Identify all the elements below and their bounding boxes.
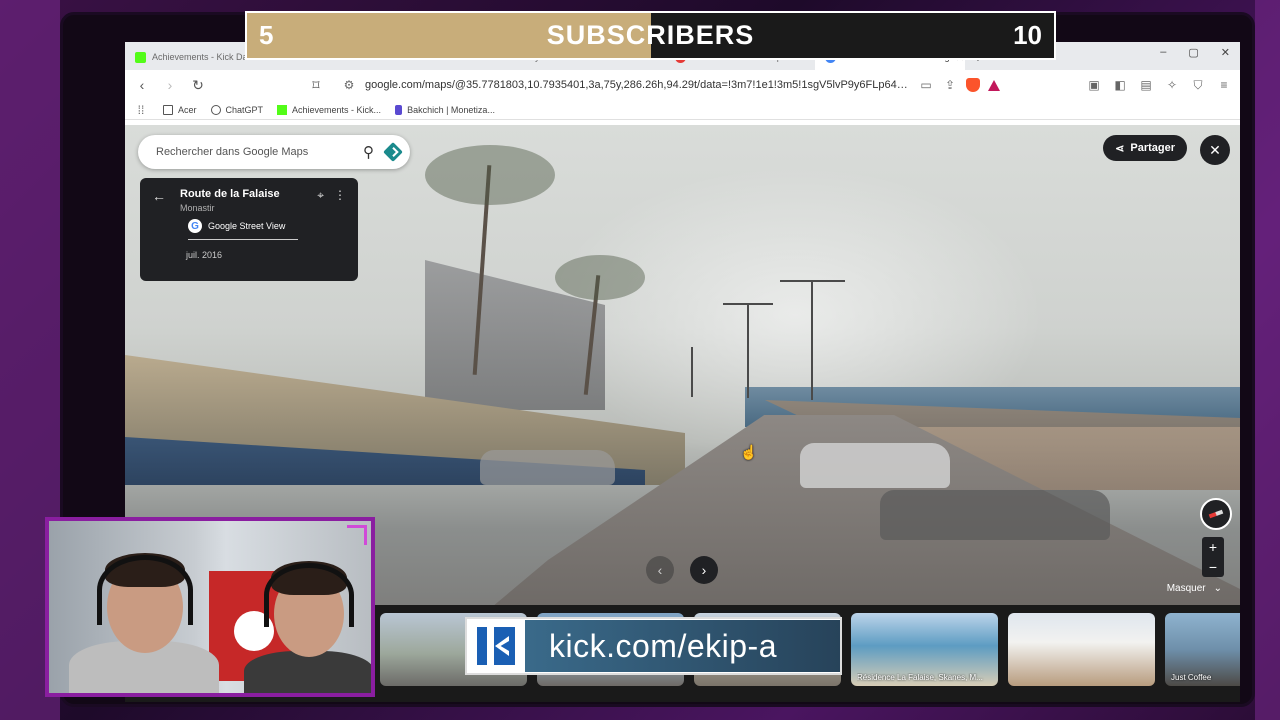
reload-icon[interactable]: ↻	[189, 77, 207, 94]
palm-leaves	[425, 145, 555, 205]
vpn-icon[interactable]: ⛉	[1190, 78, 1206, 93]
bookmark-acer[interactable]: Acer	[163, 104, 197, 115]
directions-icon[interactable]	[383, 142, 403, 162]
tab-label: Achievements - Kick Da	[152, 52, 248, 62]
bookmark-label: Acer	[178, 104, 197, 115]
bookmark-bakchich[interactable]: Bakchich | Monetiza...	[395, 104, 495, 115]
hide-label: Masquer	[1166, 583, 1206, 594]
place-subtitle: Monastir	[180, 203, 215, 213]
street-lamp-arm	[723, 303, 773, 305]
photo-thumbnail[interactable]: Just Coffee	[1165, 613, 1240, 686]
streamer-right	[244, 651, 371, 693]
bookmark-label: Achievements - Kick...	[292, 104, 382, 115]
search-input[interactable]: Rechercher dans Google Maps	[156, 146, 351, 158]
back-icon[interactable]: ‹	[133, 77, 151, 93]
window-controls: – ▢ ✕	[1160, 46, 1236, 59]
capture-date[interactable]: juil. 2016	[186, 250, 346, 260]
headset-icon	[264, 563, 354, 627]
hide-filmstrip-button[interactable]: Masquer ⌄	[1167, 583, 1222, 594]
thumbnail-label: Just Coffee	[1171, 673, 1212, 682]
previous-photo-button[interactable]: ‹	[646, 556, 674, 584]
browser-toolbar: ‹ › ↻ ⌑ ⚙ google.com/maps/@35.7781803,10…	[125, 70, 1240, 100]
more-options-icon[interactable]: ⋮	[334, 188, 346, 203]
subscriber-goal-bar: 5 SUBSCRIBERS 10	[245, 11, 1056, 60]
google-logo-icon: G	[188, 219, 202, 233]
compass-icon[interactable]	[1200, 498, 1232, 530]
parked-car	[880, 490, 1110, 540]
menu-icon[interactable]: ≡	[1216, 78, 1232, 92]
parked-car	[480, 450, 615, 485]
bookmark-label: ChatGPT	[225, 104, 264, 115]
bakchich-icon	[395, 104, 403, 115]
next-photo-button[interactable]: ›	[690, 556, 718, 584]
source-label: Google Street View	[208, 221, 286, 231]
street-lamp	[691, 347, 693, 397]
maps-search-box[interactable]: Rechercher dans Google Maps ⚲	[138, 135, 410, 169]
subscriber-goal: 10	[1013, 20, 1042, 50]
share-label: Partager	[1130, 142, 1175, 154]
place-info-card: ← Route de la Falaise Monastir ⌖ ⋮ G Goo…	[140, 178, 358, 281]
folder-icon	[163, 104, 173, 115]
bookmarks-bar: ⁞⁞ Acer ChatGPT Achievements - Kick... B…	[125, 100, 1240, 120]
url-text: google.com/maps/@35.7781803,10.7935401,3…	[365, 79, 910, 91]
kick-channel-url: kick.com/ekip-a	[549, 627, 777, 664]
zoom-in-button[interactable]: +	[1209, 539, 1217, 555]
zoom-out-button[interactable]: −	[1209, 559, 1217, 575]
close-street-view-button[interactable]: ✕	[1200, 135, 1230, 165]
share-page-icon[interactable]: ⇪	[942, 78, 958, 92]
leo-ai-icon[interactable]: ✧	[1164, 78, 1180, 92]
bookmark-kick-achievements[interactable]: Achievements - Kick...	[277, 104, 382, 115]
share-button[interactable]: ⋖ Partager	[1103, 135, 1187, 161]
restore-button[interactable]: ▢	[1188, 46, 1198, 59]
webcam-overlay	[45, 517, 375, 697]
apps-grid-icon[interactable]: ⁞⁞	[133, 103, 149, 117]
kick-channel-banner: kick.com/ekip-a	[465, 617, 842, 675]
headset-icon	[97, 555, 193, 625]
minimize-button[interactable]: –	[1160, 46, 1166, 59]
mouse-cursor-icon: ☝	[740, 444, 758, 460]
kick-icon	[277, 104, 288, 115]
sidebar-icon[interactable]: ◧	[1112, 78, 1128, 92]
kick-logo-icon	[467, 619, 525, 673]
webcam-frame-corner	[347, 525, 367, 545]
zoom-control: + −	[1202, 537, 1224, 577]
share-icon: ⋖	[1115, 142, 1125, 155]
location-pin-icon[interactable]: ⌖	[317, 188, 324, 203]
bookmark-icon[interactable]: ⌑	[307, 77, 325, 94]
forward-icon[interactable]: ›	[161, 77, 179, 93]
street-lamp	[811, 280, 813, 400]
cast-icon[interactable]: ▭	[918, 78, 934, 92]
street-view-source[interactable]: G Google Street View	[188, 219, 298, 240]
brave-shield-icon[interactable]	[966, 78, 980, 92]
search-icon[interactable]: ⚲	[363, 143, 374, 161]
parked-car	[800, 443, 950, 488]
back-arrow-icon[interactable]: ←	[152, 188, 166, 204]
photo-thumbnail[interactable]: Résidence La Falaise, Skanes, M...	[851, 613, 998, 686]
place-title[interactable]: Route de la Falaise	[180, 188, 280, 200]
thumbnail-label: Résidence La Falaise, Skanes, M...	[857, 673, 983, 682]
brave-rewards-icon[interactable]	[988, 79, 1000, 91]
wallet-icon[interactable]: ▤	[1138, 78, 1154, 92]
chevron-down-icon: ⌄	[1213, 583, 1222, 594]
chatgpt-icon	[210, 104, 221, 115]
extensions-icon[interactable]: ▣	[1086, 78, 1102, 92]
street-lamp-arm	[780, 280, 845, 282]
street-lamp	[747, 303, 749, 398]
site-info-icon[interactable]: ⚙	[341, 78, 357, 92]
close-window-button[interactable]: ✕	[1221, 46, 1230, 59]
subscriber-label: SUBSCRIBERS	[546, 20, 755, 50]
bookmark-label: Bakchich | Monetiza...	[407, 104, 495, 115]
photo-thumbnail[interactable]	[1008, 613, 1155, 686]
palm-leaves	[555, 255, 645, 300]
address-bar[interactable]: ⚙ google.com/maps/@35.7781803,10.7935401…	[335, 74, 1006, 96]
kick-icon	[135, 51, 146, 63]
bookmark-chatgpt[interactable]: ChatGPT	[210, 104, 264, 115]
frame-stripe	[1255, 0, 1280, 720]
